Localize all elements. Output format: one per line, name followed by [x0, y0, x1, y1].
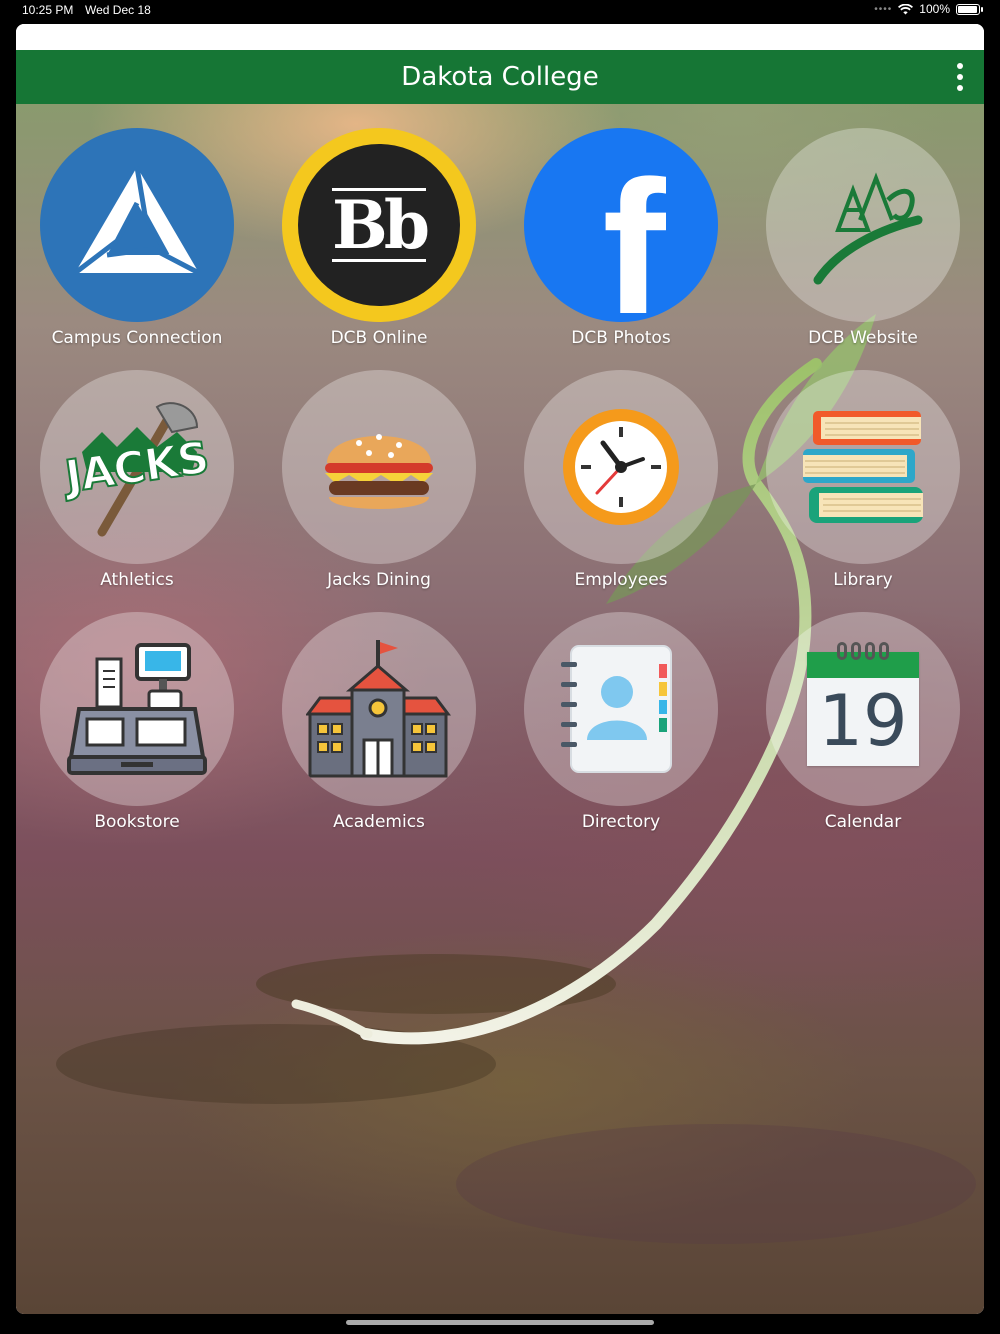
- calendar-icon: 19: [766, 612, 960, 806]
- tile-dcb-photos[interactable]: f DCB Photos: [524, 128, 718, 368]
- books-icon: [766, 370, 960, 564]
- tile-label: Directory: [581, 812, 661, 832]
- address-book-icon: [524, 612, 718, 806]
- tile-label: DCB Online: [330, 328, 428, 348]
- tile-athletics[interactable]: JACKS Athletics: [40, 370, 234, 610]
- signal-dots-icon: ••••: [874, 3, 893, 15]
- tile-label: Jacks Dining: [327, 570, 431, 590]
- tile-dcb-website[interactable]: DCB Website: [766, 128, 960, 368]
- status-indicators: •••• 100%: [874, 2, 983, 16]
- facebook-logo-icon: f: [524, 128, 718, 322]
- background-photo: Campus Connection Bb DCB Online f DCB Ph…: [16, 104, 984, 1314]
- status-date: Wed Dec 18: [85, 3, 151, 17]
- more-vertical-icon[interactable]: [954, 63, 966, 91]
- battery-percent: 100%: [919, 2, 950, 16]
- school-building-icon: [282, 612, 476, 806]
- tile-calendar[interactable]: 19 Calendar: [766, 612, 960, 852]
- calendar-day: 19: [818, 680, 908, 762]
- tile-label: DCB Website: [808, 328, 918, 348]
- tile-label: Campus Connection: [51, 328, 223, 348]
- tile-jacks-dining[interactable]: Jacks Dining: [282, 370, 476, 610]
- tile-dcb-online[interactable]: Bb DCB Online: [282, 128, 476, 368]
- status-time: 10:25 PM: [22, 3, 74, 17]
- tile-label: Employees: [574, 570, 668, 590]
- top-strip: [16, 24, 984, 50]
- dakota-college-logo-icon: [766, 128, 960, 322]
- tile-label: Academics: [333, 812, 425, 832]
- page-title: Dakota College: [401, 62, 599, 92]
- tile-academics[interactable]: Academics: [282, 612, 476, 852]
- campus-connection-logo-icon: [40, 128, 234, 322]
- tile-label: Calendar: [824, 812, 902, 832]
- blackboard-mark: Bb: [332, 186, 430, 264]
- battery-icon: [956, 3, 983, 15]
- status-bar: 10:25 PM Wed Dec 18 •••• 100%: [0, 0, 1000, 22]
- facebook-mark: f: [602, 141, 666, 322]
- tile-employees[interactable]: Employees: [524, 370, 718, 610]
- wifi-icon: [898, 3, 914, 14]
- app-window: Campus Connection Bb DCB Online f DCB Ph…: [16, 24, 984, 1314]
- tile-library[interactable]: Library: [766, 370, 960, 610]
- tile-label: Bookstore: [94, 812, 180, 832]
- home-indicator[interactable]: [346, 1320, 654, 1325]
- blackboard-logo-icon: Bb: [282, 128, 476, 322]
- jacks-logo-icon: JACKS: [40, 370, 234, 564]
- tile-directory[interactable]: Directory: [524, 612, 718, 852]
- clock-icon: [524, 370, 718, 564]
- tile-campus-connection[interactable]: Campus Connection: [40, 128, 234, 368]
- nav-bar: Dakota College: [16, 50, 984, 104]
- tile-label: DCB Photos: [571, 328, 671, 348]
- tile-bookstore[interactable]: Bookstore: [40, 612, 234, 852]
- tile-label: Athletics: [100, 570, 174, 590]
- burger-icon: [282, 370, 476, 564]
- tile-label: Library: [833, 570, 893, 590]
- cash-register-icon: [40, 612, 234, 806]
